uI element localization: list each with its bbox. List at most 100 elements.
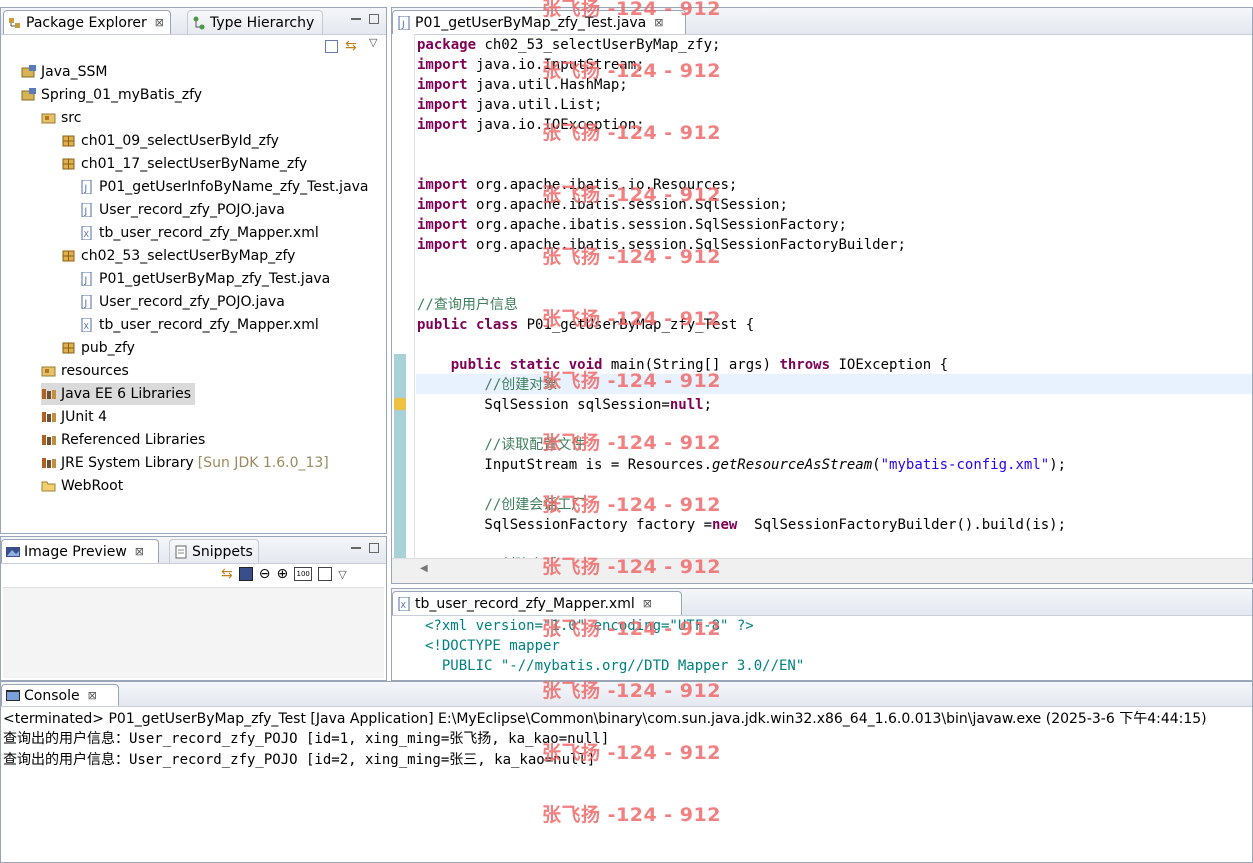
tab-editor-xml[interactable]: X tb_user_record_zfy_Mapper.xml ⊠	[392, 591, 682, 615]
xml-file-icon: X	[79, 317, 95, 333]
watermark-text: 张飞扬 -124 - 912	[542, 556, 721, 578]
tree-item[interactable]: Xtb_user_record_zfy_Mapper.xml	[79, 222, 319, 244]
tab-package-explorer[interactable]: Package Explorer ⊠	[3, 10, 171, 34]
xml-line: PUBLIC "-//mybatis.org//DTD Mapper 3.0//…	[425, 658, 805, 674]
library-icon	[41, 456, 57, 470]
watermark-text: 张飞扬 -124 - 912	[542, 804, 721, 826]
maximize-icon[interactable]	[369, 543, 379, 553]
tree-item-label: P01_getUserByMap_zfy_Test.java	[99, 271, 331, 287]
code-token: "mybatis-config.xml"	[880, 457, 1050, 473]
code-token: import	[417, 97, 468, 113]
view-menu-icon[interactable]: ▽	[369, 36, 377, 49]
package-icon	[61, 134, 77, 148]
tree-item-label: src	[61, 110, 82, 126]
package-explorer-tabbar: Package Explorer ⊠ Type Hierarchy	[1, 8, 386, 35]
code-token: SqlSession sqlSession=	[417, 397, 670, 413]
scroll-left-icon[interactable]: ◀	[420, 563, 428, 574]
tree-item[interactable]: JRE System Library [Sun JDK 1.6.0_13]	[41, 452, 329, 474]
editor-ruler	[392, 34, 415, 559]
maximize-icon[interactable]	[369, 14, 379, 24]
collapse-all-icon[interactable]	[325, 40, 338, 53]
tree-item-label: JUnit 4	[61, 409, 107, 425]
tree-item[interactable]: pub_zfy	[61, 337, 135, 359]
tab-console[interactable]: Console ⊠	[1, 684, 119, 706]
java-file-icon: J	[79, 179, 95, 195]
svg-text:X: X	[84, 230, 90, 239]
folder-icon	[41, 479, 57, 493]
editor-tabbar: J P01_getUserByMap_zfy_Test.java ⊠	[392, 8, 1252, 35]
tree-item[interactable]: Xtb_user_record_zfy_Mapper.xml	[79, 314, 319, 336]
tab-type-hierarchy[interactable]: Type Hierarchy	[187, 10, 323, 34]
tree-item-label: WebRoot	[61, 478, 124, 494]
tree-item[interactable]: ch02_53_selectUserByMap_zfy	[61, 245, 295, 267]
tree-item-label: ch01_17_selectUserByName_zfy	[81, 156, 308, 172]
close-icon[interactable]: ⊠	[643, 597, 652, 610]
java-code[interactable]: package ch02_53_selectUserByMap_zfy; impo…	[417, 35, 1247, 558]
code-line: //查询用户信息	[417, 295, 518, 315]
tree-item[interactable]: J User_record_zfy_POJO.java	[79, 291, 285, 313]
minimize-icon[interactable]	[351, 14, 361, 20]
sync-icon[interactable]: ⇆	[221, 566, 233, 582]
close-icon[interactable]: ⊠	[88, 689, 97, 702]
console-line: 查询出的用户信息：User_record_zfy_POJO [id=2, xin…	[3, 752, 596, 768]
java-file-icon: J	[397, 15, 411, 30]
close-icon[interactable]: ⊠	[135, 545, 144, 558]
tree-item[interactable]: WebRoot	[41, 475, 123, 497]
tree-item[interactable]: ch01_09_selectUserById_zfy	[61, 130, 279, 152]
watermark-text: 张飞扬 -124 - 912	[542, 432, 721, 454]
tree-item[interactable]: J P01_getUserByMap_zfy_Test.java	[79, 268, 330, 290]
tree-item[interactable]: J User_record_zfy_POJO.java	[79, 199, 285, 221]
view-menu-icon[interactable]: ▽	[338, 568, 346, 581]
fit-window-icon[interactable]	[318, 567, 333, 581]
tree-item[interactable]: ch01_17_selectUserByName_zfy	[61, 153, 307, 175]
tree-item[interactable]: J P01_getUserInfoByName_zfy_Test.java	[79, 176, 369, 198]
console-view: Console ⊠ <terminated> P01_getUserByMap_…	[0, 681, 1253, 863]
horizontal-scrollbar[interactable]: ◀	[392, 558, 1252, 583]
code-line: SqlSession sqlSession=null;	[417, 395, 712, 415]
source-folder-icon	[41, 111, 57, 125]
svg-text:J: J	[84, 207, 88, 217]
fit-image-icon[interactable]	[238, 567, 253, 581]
tree-item-label: ch01_09_selectUserById_zfy	[81, 133, 279, 149]
tree-item-label: Java EE 6 Libraries	[61, 386, 191, 402]
tree-item-label: P01_getUserInfoByName_zfy_Test.java	[99, 179, 369, 195]
project-icon	[21, 88, 37, 102]
code-token: ;	[703, 397, 713, 413]
change-bar	[394, 354, 406, 559]
link-with-editor-icon[interactable]: ⇆	[345, 38, 357, 54]
minimize-icon[interactable]	[351, 543, 361, 549]
tree-item-label: Spring_01_myBatis_zfy	[41, 87, 203, 103]
tree-item[interactable]: src	[41, 107, 81, 129]
tree-item[interactable]: Java_SSM	[21, 61, 107, 83]
code-token: InputStream is = Resources.	[417, 457, 713, 473]
svg-text:J: J	[84, 184, 88, 194]
java-editor: J P01_getUserByMap_zfy_Test.java ⊠ packa…	[391, 7, 1253, 584]
zoom-in-icon[interactable]: ⊕	[276, 566, 288, 582]
code-token: new	[712, 517, 738, 533]
tree-item-label: tb_user_record_zfy_Mapper.xml	[99, 225, 319, 241]
watermark-text: 张飞扬 -124 - 912	[542, 680, 721, 702]
image-preview-toolbar: ⇆ ⊖ ⊕ 100 ▽	[221, 565, 347, 583]
close-icon[interactable]: ⊠	[155, 16, 164, 29]
code-line: import org.apache.ibatis.session.SqlSess…	[417, 215, 847, 235]
svg-text:X: X	[84, 322, 90, 331]
console-icon	[6, 689, 20, 703]
code-token: import	[417, 197, 468, 213]
tree-item[interactable]: resources	[41, 360, 129, 382]
tree-item[interactable]: Java EE 6 Libraries	[41, 383, 195, 405]
zoom-out-icon[interactable]: ⊖	[259, 566, 271, 582]
tree-item[interactable]: Spring_01_myBatis_zfy	[21, 84, 202, 106]
tree-item[interactable]: Referenced Libraries	[41, 429, 205, 451]
original-size-icon[interactable]: 100	[294, 567, 313, 581]
tree-item-label: tb_user_record_zfy_Mapper.xml	[99, 317, 319, 333]
tab-snippets[interactable]: Snippets	[169, 539, 259, 563]
warning-marker-icon[interactable]	[394, 398, 406, 410]
snippets-icon	[174, 545, 188, 559]
tree-item[interactable]: JUnit 4	[41, 406, 107, 428]
image-preview-view: Image Preview ⊠ Snippets ⇆ ⊖ ⊕ 100 ▽	[0, 536, 387, 681]
image-preview-area	[3, 587, 384, 678]
tab-image-preview[interactable]: Image Preview ⊠	[1, 539, 159, 563]
